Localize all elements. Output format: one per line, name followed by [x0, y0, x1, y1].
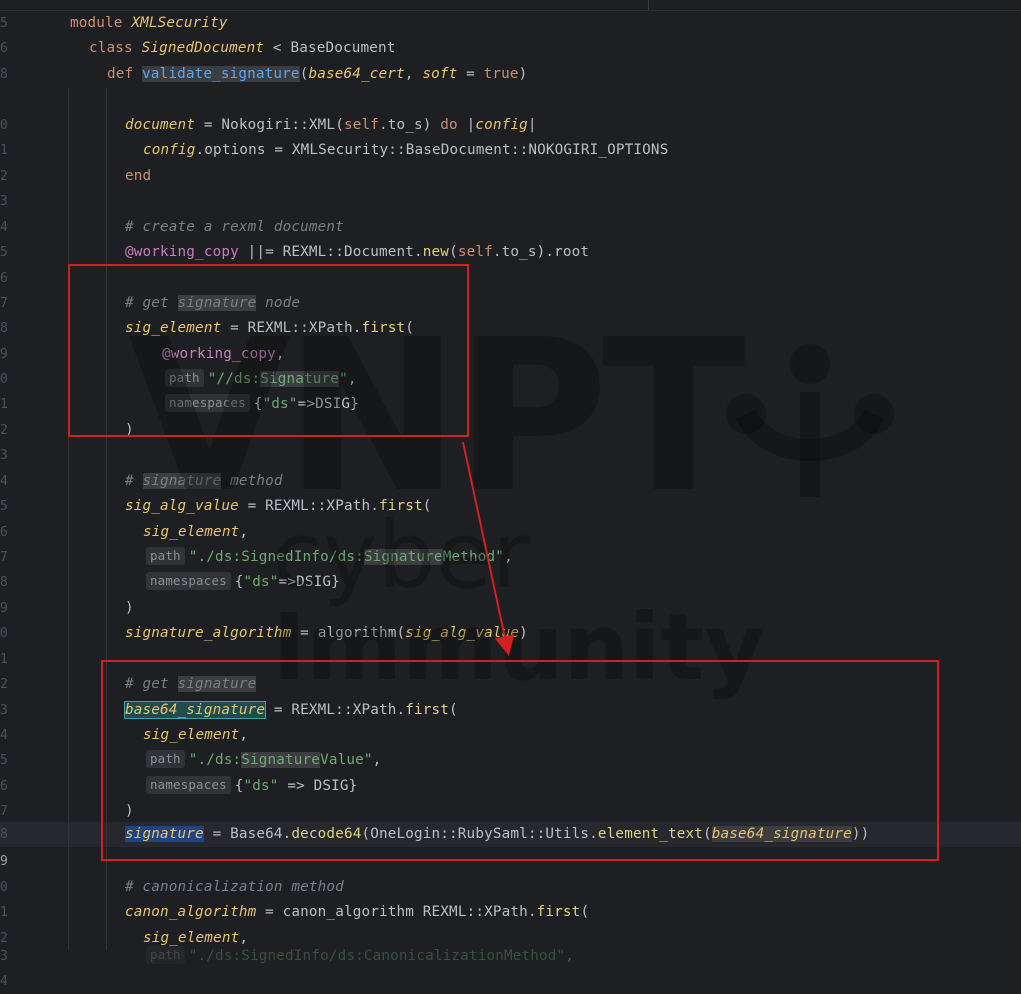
- comma: ,: [565, 948, 575, 964]
- string: "./ds:SignedInfo/ds:CanonicalizationMeth…: [188, 948, 566, 964]
- line-number: 4: [0, 974, 8, 989]
- annotation-arrow: [462, 441, 515, 656]
